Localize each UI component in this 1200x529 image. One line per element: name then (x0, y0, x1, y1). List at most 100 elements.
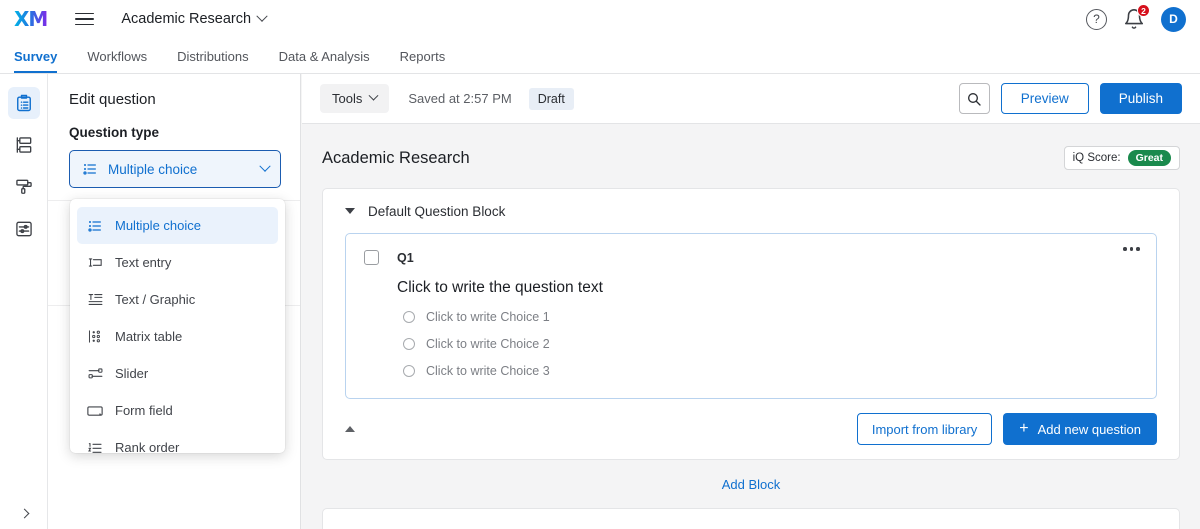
question-options-menu-icon[interactable] (1123, 247, 1140, 251)
collapse-sidebar-button[interactable] (0, 510, 48, 517)
block-header[interactable]: Default Question Block (323, 189, 1179, 233)
chevron-down-icon (256, 11, 267, 22)
import-from-library-button[interactable]: Import from library (857, 413, 992, 445)
toolbar-actions: Preview Publish (959, 83, 1182, 114)
avatar[interactable]: D (1161, 7, 1186, 32)
choice-row[interactable]: Click to write Choice 1 (403, 310, 1138, 324)
triangle-up-icon[interactable] (345, 426, 355, 432)
chevron-right-icon (19, 509, 29, 519)
add-new-question-button[interactable]: + Add new question (1003, 413, 1157, 445)
tools-label: Tools (332, 91, 362, 106)
rail-item-look-and-feel[interactable] (8, 171, 40, 203)
preview-button[interactable]: Preview (1001, 83, 1089, 114)
dropdown-item-text-graphic[interactable]: Text / Graphic (77, 281, 278, 318)
text-entry-icon (86, 254, 104, 272)
clipboard-icon (14, 93, 34, 113)
next-block-card (322, 508, 1180, 529)
notifications-button[interactable]: 2 (1123, 8, 1145, 30)
block-name: Default Question Block (368, 204, 505, 219)
survey-header: Academic Research iQ Score: Great (302, 124, 1200, 170)
sliders-panel-icon (14, 219, 34, 239)
rail-item-survey-builder[interactable] (8, 87, 40, 119)
choice-label: Click to write Choice 1 (426, 310, 550, 324)
dropdown-item-rank-order[interactable]: Rank order (77, 429, 278, 453)
dropdown-item-label: Text / Graphic (115, 292, 195, 307)
saved-status: Saved at 2:57 PM (408, 91, 511, 106)
top-bar: XM Academic Research ? 2 D (0, 0, 1200, 38)
survey-canvas: Academic Research iQ Score: Great Defaul… (302, 124, 1200, 529)
iq-score-label: iQ Score: (1073, 152, 1121, 164)
survey-name: Academic Research (322, 149, 470, 168)
question-type-dropdown-menu: Multiple choice Text entry Text / Graphi… (70, 199, 285, 453)
dropdown-item-form-field[interactable]: Form field (77, 392, 278, 429)
dropdown-item-label: Form field (115, 403, 173, 418)
question-checkbox[interactable] (364, 250, 379, 265)
chevron-down-icon (259, 161, 270, 172)
left-icon-rail (0, 74, 48, 529)
notification-badge: 2 (1137, 4, 1150, 17)
project-title-dropdown[interactable]: Academic Research (121, 11, 266, 27)
choice-row[interactable]: Click to write Choice 2 (403, 337, 1138, 351)
choice-row[interactable]: Click to write Choice 3 (403, 364, 1138, 378)
tab-data-analysis[interactable]: Data & Analysis (279, 49, 370, 73)
dropdown-item-matrix-table[interactable]: Matrix table (77, 318, 278, 355)
main-nav-tabs: Survey Workflows Distributions Data & An… (0, 38, 1200, 74)
bulleted-list-icon (86, 217, 104, 235)
rail-item-survey-flow[interactable] (8, 129, 40, 161)
iq-score-badge[interactable]: iQ Score: Great (1064, 146, 1180, 170)
selected-question-type: Multiple choice (108, 162, 252, 177)
dropdown-item-label: Slider (115, 366, 148, 381)
draft-badge: Draft (529, 88, 574, 110)
dropdown-item-label: Rank order (115, 440, 179, 453)
dropdown-item-multiple-choice[interactable]: Multiple choice (77, 207, 278, 244)
project-title-label: Academic Research (121, 11, 251, 27)
choice-label: Click to write Choice 2 (426, 337, 550, 351)
add-block-link[interactable]: Add Block (302, 477, 1200, 492)
panel-title: Edit question (48, 74, 300, 108)
question-block-card: Default Question Block Q1 Click to write… (322, 188, 1180, 460)
tab-workflows[interactable]: Workflows (87, 49, 147, 73)
help-icon[interactable]: ? (1086, 9, 1107, 30)
qualtrics-survey-editor: XM Academic Research ? 2 D Survey Workfl… (0, 0, 1200, 529)
tab-reports[interactable]: Reports (400, 49, 446, 73)
tab-distributions[interactable]: Distributions (177, 49, 249, 73)
triangle-down-icon (345, 208, 355, 214)
publish-button[interactable]: Publish (1100, 83, 1182, 114)
matrix-table-icon (86, 328, 104, 346)
question-type-select[interactable]: Multiple choice (69, 150, 281, 188)
dropdown-item-slider[interactable]: Slider (77, 355, 278, 392)
tools-button[interactable]: Tools (320, 84, 389, 113)
form-field-icon (86, 402, 104, 420)
radio-icon (403, 365, 415, 377)
question-type-label: Question type (48, 108, 300, 140)
radio-icon (403, 311, 415, 323)
paint-roller-icon (14, 177, 34, 197)
hamburger-menu-icon[interactable] (75, 13, 94, 26)
block-footer: Import from library + Add new question (323, 399, 1179, 459)
add-new-question-label: Add new question (1038, 422, 1141, 437)
text-graphic-icon (86, 291, 104, 309)
editor-toolbar: Tools Saved at 2:57 PM Draft Preview Pub… (302, 74, 1200, 124)
choice-label: Click to write Choice 3 (426, 364, 550, 378)
slider-icon (86, 365, 104, 383)
flow-icon (14, 135, 34, 155)
question-header: Q1 (364, 250, 1138, 265)
xm-logo: XM (14, 7, 47, 31)
tab-survey[interactable]: Survey (14, 49, 57, 73)
dropdown-item-label: Text entry (115, 255, 171, 270)
dropdown-item-label: Matrix table (115, 329, 182, 344)
dropdown-item-label: Multiple choice (115, 218, 201, 233)
question-id: Q1 (397, 251, 414, 265)
question-text[interactable]: Click to write the question text (397, 279, 1138, 297)
top-bar-actions: ? 2 D (1086, 7, 1186, 32)
search-button[interactable] (959, 83, 990, 114)
radio-icon (403, 338, 415, 350)
chevron-down-icon (369, 91, 379, 101)
question-card[interactable]: Q1 Click to write the question text Clic… (345, 233, 1157, 399)
plus-icon: + (1019, 421, 1028, 437)
rank-order-icon (86, 439, 104, 454)
dropdown-item-text-entry[interactable]: Text entry (77, 244, 278, 281)
bulleted-list-icon (81, 160, 99, 178)
rail-item-survey-options[interactable] (8, 213, 40, 245)
iq-score-value: Great (1128, 150, 1171, 166)
